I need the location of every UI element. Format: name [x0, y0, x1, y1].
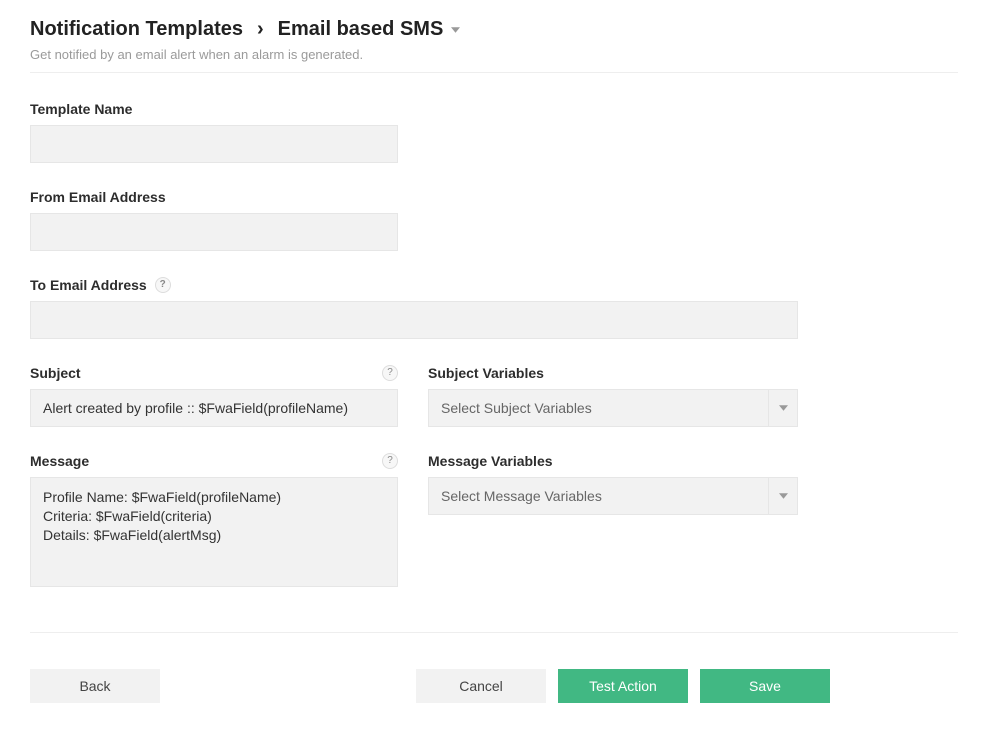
message-variables-placeholder: Select Message Variables [428, 477, 768, 515]
caret-down-icon [451, 27, 460, 33]
test-action-button[interactable]: Test Action [558, 669, 688, 703]
breadcrumb-current-label: Email based SMS [278, 18, 444, 41]
save-button[interactable]: Save [700, 669, 830, 703]
back-button[interactable]: Back [30, 669, 160, 703]
chevron-right-icon: › [257, 18, 264, 41]
label-subject-variables: Subject Variables [428, 365, 798, 381]
cancel-button[interactable]: Cancel [416, 669, 546, 703]
breadcrumb-current-dropdown[interactable]: Email based SMS [278, 18, 461, 41]
caret-down-icon [768, 477, 798, 515]
from-email-input[interactable] [30, 213, 398, 251]
help-icon[interactable]: ? [382, 453, 398, 469]
label-to-email: To Email Address [30, 277, 147, 293]
subject-variables-select[interactable]: Select Subject Variables [428, 389, 798, 427]
message-variables-select[interactable]: Select Message Variables [428, 477, 798, 515]
help-icon[interactable]: ? [155, 277, 171, 293]
breadcrumb-root[interactable]: Notification Templates [30, 18, 243, 41]
label-message-variables: Message Variables [428, 453, 798, 469]
template-name-input[interactable] [30, 125, 398, 163]
label-message: Message [30, 453, 89, 469]
caret-down-icon [768, 389, 798, 427]
label-from-email: From Email Address [30, 189, 958, 205]
page-subtitle: Get notified by an email alert when an a… [30, 47, 958, 62]
label-template-name: Template Name [30, 101, 958, 117]
help-icon[interactable]: ? [382, 365, 398, 381]
message-textarea[interactable] [30, 477, 398, 587]
breadcrumb: Notification Templates › Email based SMS [30, 18, 958, 41]
to-email-input[interactable] [30, 301, 798, 339]
footer-divider [30, 632, 958, 633]
subject-variables-placeholder: Select Subject Variables [428, 389, 768, 427]
subject-input[interactable] [30, 389, 398, 427]
label-subject: Subject [30, 365, 81, 381]
header-divider [30, 72, 958, 73]
